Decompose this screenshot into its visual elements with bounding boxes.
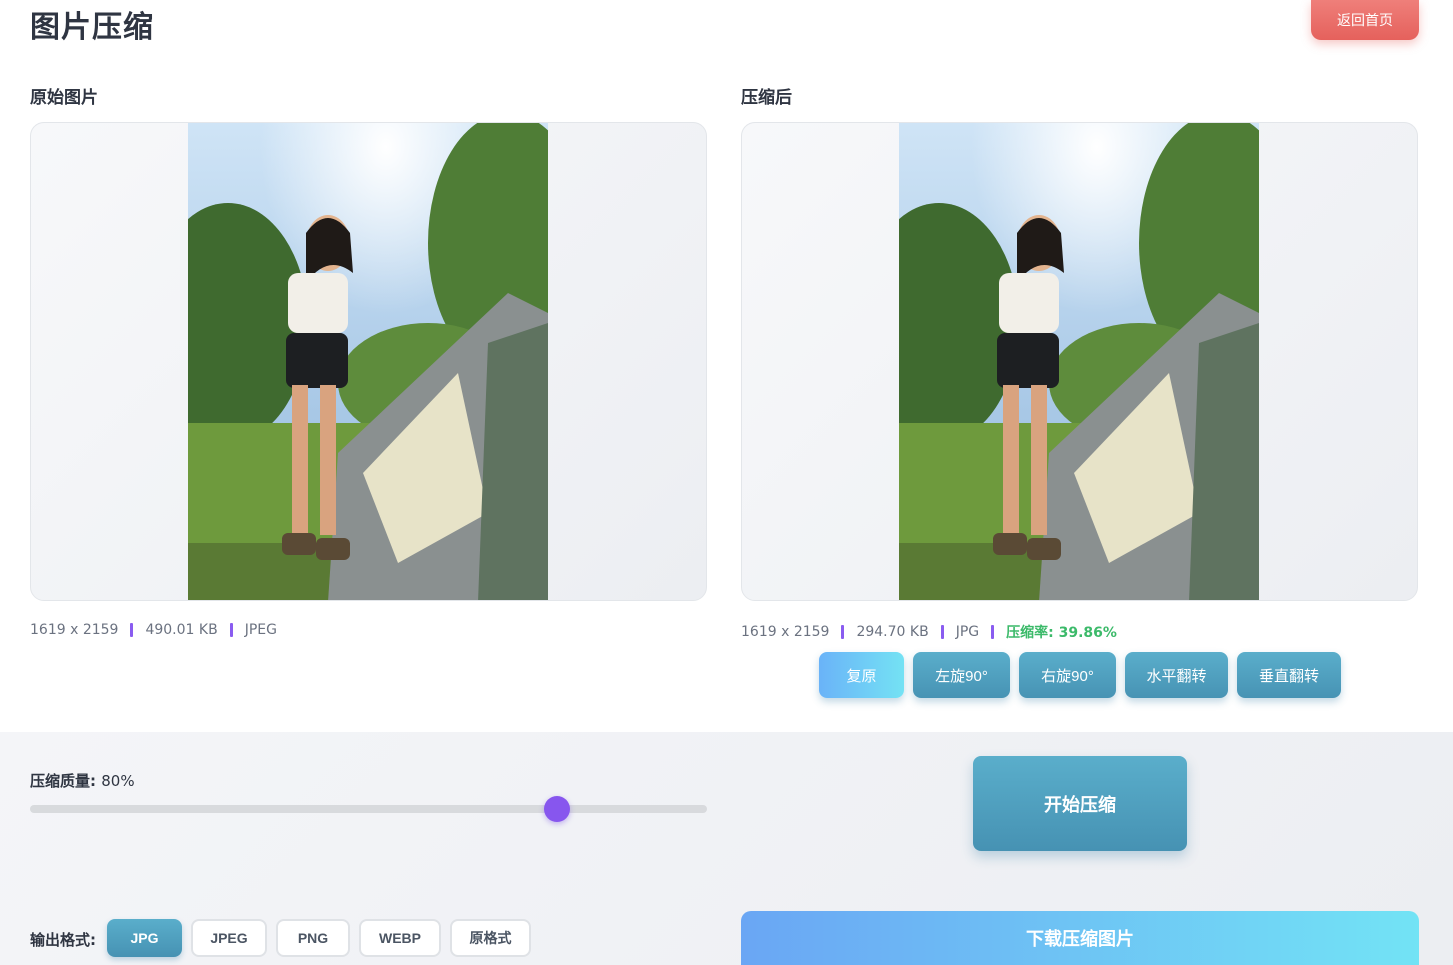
- compressed-image-box: [741, 122, 1418, 601]
- original-image-box: [30, 122, 707, 601]
- format-option-webp[interactable]: WEBP: [359, 919, 441, 957]
- quality-value: 80%: [101, 772, 135, 790]
- quality-label-text: 压缩质量:: [30, 772, 96, 790]
- original-photo: [188, 123, 548, 600]
- transform-toolbar: 复原 左旋90° 右旋90° 水平翻转 垂直翻转: [819, 652, 1341, 698]
- compressed-size: 294.70 KB: [856, 624, 929, 640]
- separator: [991, 625, 995, 639]
- start-compress-button[interactable]: 开始压缩: [973, 756, 1187, 851]
- compressed-format: JPG: [955, 624, 980, 640]
- flip-horizontal-button[interactable]: 水平翻转: [1125, 652, 1228, 698]
- separator: [940, 625, 944, 639]
- original-dimensions: 1619 x 2159: [30, 622, 119, 638]
- quality-slider-track[interactable]: [30, 805, 707, 813]
- original-format: JPEG: [244, 622, 277, 638]
- original-size: 490.01 KB: [145, 622, 218, 638]
- rotate-left-button[interactable]: 左旋90°: [913, 652, 1010, 698]
- format-option-png[interactable]: PNG: [276, 919, 350, 957]
- quality-label: 压缩质量: 80%: [30, 770, 135, 791]
- restore-button[interactable]: 复原: [819, 652, 904, 698]
- separator: [130, 623, 134, 637]
- compressed-meta: 1619 x 2159 294.70 KB JPG 压缩率: 39.86%: [741, 622, 1117, 642]
- download-button[interactable]: 下载压缩图片: [741, 911, 1419, 965]
- format-option-jpg[interactable]: JPG: [107, 919, 182, 957]
- separator: [229, 623, 233, 637]
- compressed-title: 压缩后: [741, 88, 792, 108]
- format-option-jpeg[interactable]: JPEG: [191, 919, 267, 957]
- quality-slider-thumb[interactable]: [543, 796, 570, 822]
- rotate-right-button[interactable]: 右旋90°: [1019, 652, 1116, 698]
- compressed-dimensions: 1619 x 2159: [741, 624, 830, 640]
- page-title: 图片压缩: [30, 10, 154, 45]
- compressed-photo: [899, 123, 1259, 600]
- format-option-original[interactable]: 原格式: [450, 919, 531, 957]
- separator: [841, 625, 845, 639]
- format-label: 输出格式:: [30, 931, 96, 949]
- original-meta: 1619 x 2159 490.01 KB JPEG: [30, 622, 277, 638]
- compression-rate: 压缩率: 39.86%: [1006, 625, 1117, 641]
- home-button[interactable]: 返回首页: [1311, 0, 1419, 40]
- original-title: 原始图片: [30, 88, 98, 108]
- flip-vertical-button[interactable]: 垂直翻转: [1237, 652, 1341, 698]
